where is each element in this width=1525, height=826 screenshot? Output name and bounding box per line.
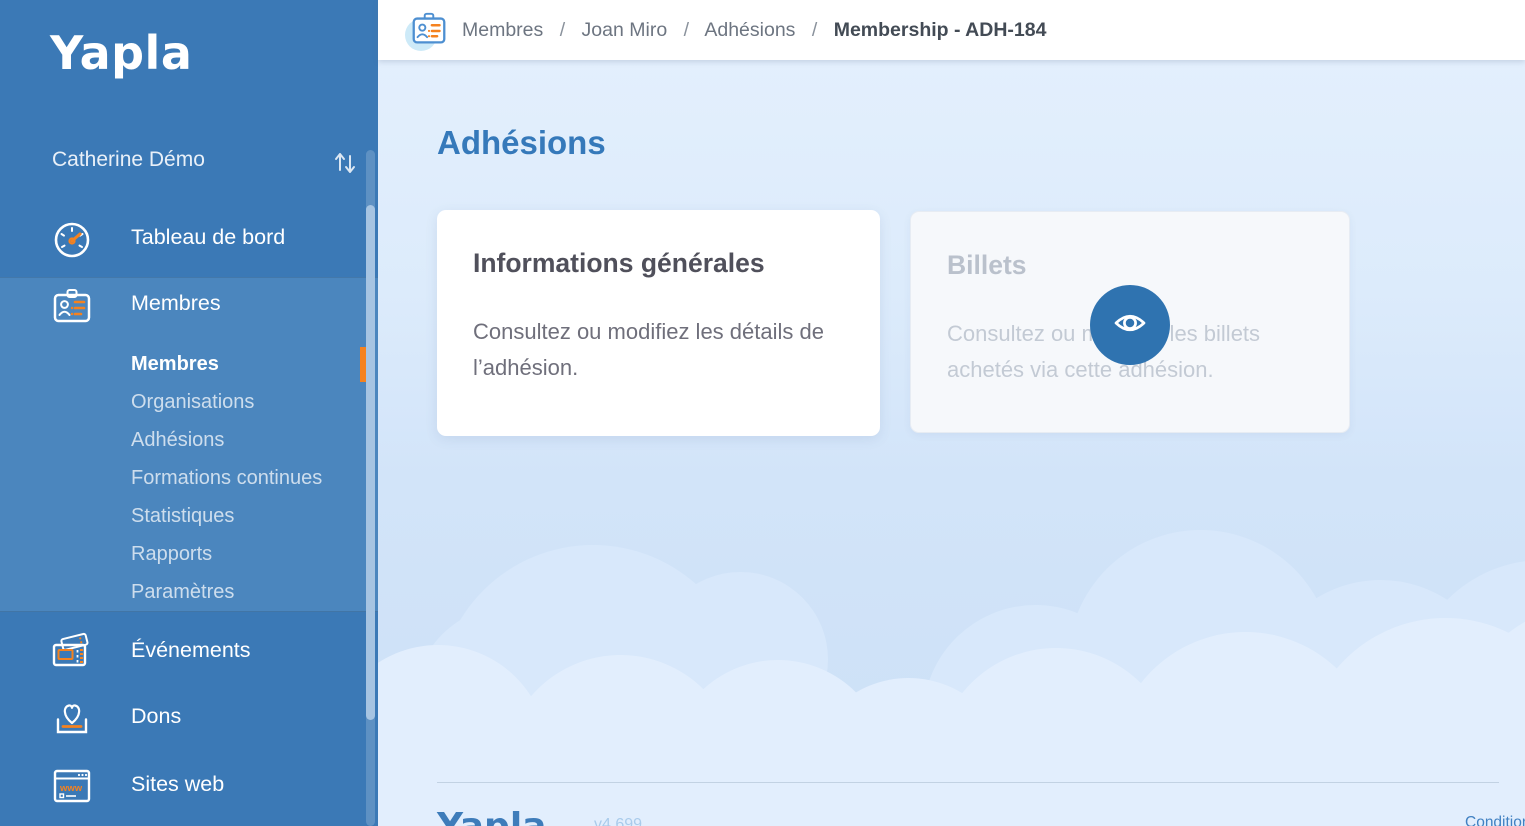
membres-submenu: Membres Organisations Adhésions Formatio…	[0, 333, 378, 612]
switch-account-icon[interactable]	[330, 146, 360, 178]
sidebar-item-tableau-de-bord[interactable]: Tableau de bord	[0, 205, 378, 272]
website-icon: www	[50, 764, 94, 808]
breadcrumb-adhesions[interactable]: Adhésions	[704, 19, 795, 41]
submenu-item-label: Paramètres	[131, 581, 234, 603]
submenu-item-membres[interactable]: Membres	[0, 345, 378, 383]
donation-heart-icon	[50, 696, 94, 740]
submenu-item-organisations[interactable]: Organisations	[0, 383, 378, 421]
card-informations-generales[interactable]: Informations générales Consultez ou modi…	[437, 210, 880, 436]
submenu-item-adhesions[interactable]: Adhésions	[0, 421, 378, 459]
breadcrumb-current: Membership - ADH-184	[834, 19, 1047, 41]
card-description: Consultez ou modifiez les détails de l’a…	[473, 314, 851, 386]
member-card-icon	[50, 284, 94, 328]
submenu-item-label: Formations continues	[131, 467, 322, 489]
breadcrumb-joan-miro[interactable]: Joan Miro	[582, 19, 668, 41]
topbar: Membres / Joan Miro / Adhésions / Member…	[378, 0, 1525, 60]
sidebar-item-label: Dons	[131, 704, 181, 729]
submenu-item-label: Rapports	[131, 543, 212, 565]
footer-terms-link[interactable]: Conditions d'utilisation	[1465, 814, 1525, 826]
sidebar-item-label: Événements	[131, 638, 251, 663]
svg-text:www: www	[59, 783, 83, 794]
footer-yapla-logo: Yapla	[437, 806, 546, 826]
account-switcher[interactable]: Catherine Démo	[0, 138, 378, 186]
eye-view-cursor	[1090, 285, 1170, 365]
sidebar-item-label: Tableau de bord	[131, 225, 285, 250]
sidebar: Yapla Catherine Démo	[0, 0, 378, 826]
yapla-logo: Yapla	[50, 26, 192, 80]
sidebar-scrollbar-thumb[interactable]	[366, 205, 375, 720]
breadcrumb: Membres / Joan Miro / Adhésions / Member…	[462, 0, 1046, 60]
sidebar-item-label: Sites web	[131, 772, 224, 797]
submenu-item-label: Adhésions	[131, 429, 224, 451]
cloud-fill	[378, 760, 1525, 826]
breadcrumb-separator: /	[673, 19, 700, 41]
dashboard-gauge-icon	[50, 217, 94, 261]
footer-divider	[437, 782, 1499, 783]
page-title: Adhésions	[437, 124, 606, 162]
breadcrumb-member-card-icon	[408, 9, 450, 51]
card-title: Informations générales	[473, 248, 765, 279]
submenu-item-label: Organisations	[131, 391, 254, 413]
account-name: Catherine Démo	[52, 148, 205, 172]
tickets-icon	[50, 630, 94, 674]
submenu-item-parametres[interactable]: Paramètres	[0, 573, 378, 611]
submenu-item-label: Statistiques	[131, 505, 234, 527]
submenu-item-label: Membres	[131, 353, 219, 375]
sidebar-item-membres[interactable]: Membres	[0, 277, 378, 333]
submenu-item-rapports[interactable]: Rapports	[0, 535, 378, 573]
submenu-item-formations-continues[interactable]: Formations continues	[0, 459, 378, 497]
breadcrumb-membres[interactable]: Membres	[462, 19, 543, 41]
submenu-item-statistiques[interactable]: Statistiques	[0, 497, 378, 535]
sidebar-item-dons[interactable]: Dons	[0, 686, 378, 750]
main-content: Adhésions Informations générales Consult…	[378, 60, 1525, 826]
eye-icon	[1107, 300, 1153, 351]
yapla-app: Yapla Catherine Démo	[0, 0, 1525, 826]
sidebar-item-evenements[interactable]: Événements	[0, 620, 378, 684]
sidebar-item-label: Membres	[131, 291, 221, 316]
breadcrumb-separator: /	[801, 19, 828, 41]
footer-version: v4.699	[594, 816, 642, 826]
sidebar-item-sites-web[interactable]: www Sites web	[0, 754, 378, 818]
breadcrumb-separator: /	[549, 19, 576, 41]
card-title: Billets	[947, 250, 1027, 281]
